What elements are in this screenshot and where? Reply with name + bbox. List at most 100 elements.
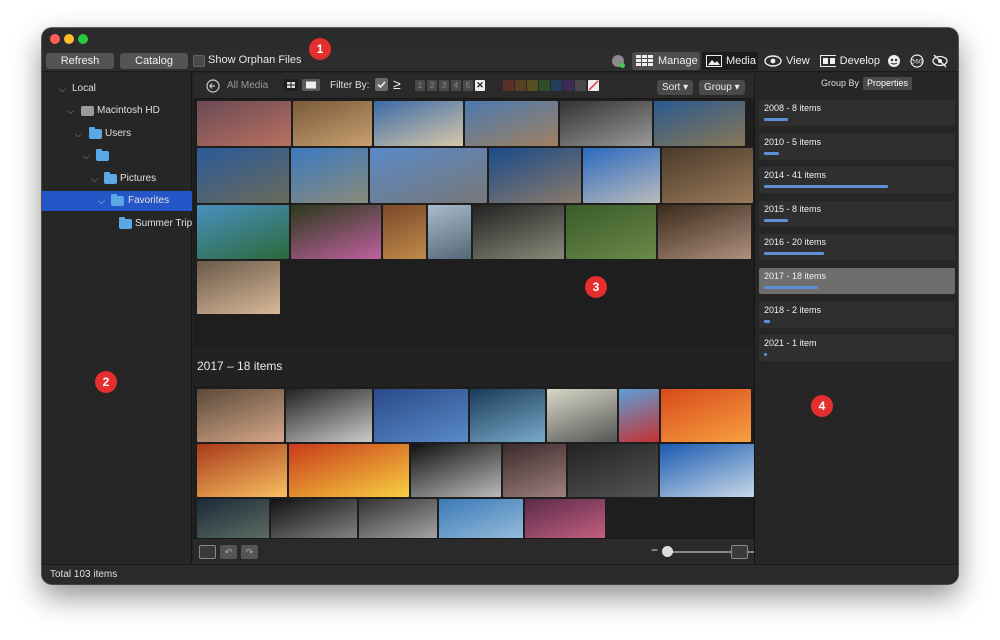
manage-mode-button[interactable]: Manage <box>632 52 700 70</box>
photo-thumbnail[interactable] <box>370 148 487 203</box>
tree-item-local[interactable]: ⌵ Local <box>42 79 192 99</box>
photo-thumbnail[interactable] <box>465 101 558 146</box>
color-label-filter[interactable] <box>539 80 550 91</box>
photo-thumbnail[interactable] <box>470 389 545 442</box>
home-folder-icon <box>96 149 109 161</box>
photo-thumbnail[interactable] <box>619 389 659 442</box>
tree-item-users[interactable]: ⌵ Users <box>42 124 192 144</box>
thumbnail-grid-2016 <box>197 101 754 333</box>
tree-item-macintosh-hd[interactable]: ⌵ Macintosh HD <box>42 101 192 121</box>
color-label-filter[interactable] <box>515 80 526 91</box>
sort-dropdown[interactable]: Sort ▾ <box>657 80 694 95</box>
photo-thumbnail[interactable] <box>197 101 291 146</box>
tree-item-summer-trip[interactable]: Summer Trip <box>42 214 192 234</box>
photo-thumbnail[interactable] <box>291 205 381 259</box>
toggle-sidebar-button[interactable] <box>199 545 216 559</box>
photo-thumbnail[interactable] <box>654 101 745 146</box>
tree-item-pictures[interactable]: ⌵ Pictures <box>42 169 192 189</box>
zoom-out-icon[interactable]: − <box>651 543 658 557</box>
group-item-bar <box>764 353 767 357</box>
group-item[interactable]: 2016 - 20 items <box>759 234 955 261</box>
group-item[interactable]: 2018 - 2 items <box>759 301 955 328</box>
sync-status-icon[interactable] <box>612 55 625 68</box>
photo-thumbnail[interactable] <box>197 261 280 314</box>
rating-2-filter[interactable]: 2 <box>427 80 437 91</box>
group-item-bar <box>764 118 788 121</box>
single-view-button[interactable] <box>302 79 320 91</box>
zoom-window-button[interactable] <box>78 34 88 44</box>
tab-properties[interactable]: Properties <box>863 77 913 90</box>
group-item[interactable]: 2014 - 41 items <box>759 167 955 194</box>
toggle-inspector-button[interactable] <box>731 545 748 559</box>
reject-filter[interactable]: ✕ <box>475 80 485 91</box>
media-mode-button[interactable]: Media <box>702 52 758 70</box>
photo-thumbnail[interactable] <box>374 101 463 146</box>
group-item[interactable]: 2010 - 5 items <box>759 133 955 160</box>
rotate-left-button[interactable]: ↶ <box>220 545 237 559</box>
photo-thumbnail[interactable] <box>658 205 751 259</box>
all-media-breadcrumb[interactable]: All Media <box>227 80 268 91</box>
group-item[interactable]: 2015 - 8 items <box>759 200 955 227</box>
photo-thumbnail[interactable] <box>489 148 581 203</box>
photo-thumbnail[interactable] <box>662 148 753 203</box>
photo-thumbnail[interactable] <box>568 444 658 497</box>
photo-thumbnail[interactable] <box>197 444 287 497</box>
360-icon[interactable]: 360 <box>910 54 924 68</box>
color-label-filter[interactable] <box>551 80 562 91</box>
tree-item-favorites[interactable]: ⌵ Favorites <box>42 191 192 211</box>
photo-thumbnail[interactable] <box>289 444 409 497</box>
photo-thumbnail[interactable] <box>560 101 652 146</box>
group-item[interactable]: 2017 - 18 items <box>759 268 955 294</box>
refresh-button[interactable]: Refresh <box>46 53 114 69</box>
photo-thumbnail[interactable] <box>383 205 426 259</box>
color-label-filter[interactable] <box>563 80 574 91</box>
minimize-window-button[interactable] <box>64 34 74 44</box>
photo-thumbnail[interactable] <box>374 389 468 442</box>
rating-3-filter[interactable]: 3 <box>439 80 449 91</box>
status-bar: Total 103 items <box>42 564 958 584</box>
back-arrow-icon[interactable] <box>206 79 220 93</box>
group-item[interactable]: 2008 - 8 items <box>759 100 955 126</box>
filter-enabled-checkbox[interactable] <box>375 78 388 91</box>
photo-thumbnail[interactable] <box>291 148 368 203</box>
photo-thumbnail[interactable] <box>197 148 289 203</box>
photo-thumbnail[interactable] <box>473 205 564 259</box>
view-mode-button[interactable]: View <box>760 52 814 70</box>
show-orphan-checkbox[interactable] <box>193 55 205 67</box>
color-label-filter[interactable] <box>503 80 514 91</box>
rating-1-filter[interactable]: 1 <box>415 80 425 91</box>
view-mode-label: View <box>786 55 810 67</box>
group-header-2017: 2017 – 18 items <box>193 346 754 386</box>
group-item[interactable]: 2021 - 1 item <box>759 335 955 362</box>
develop-mode-button[interactable]: Develop <box>816 52 880 70</box>
color-label-filter[interactable] <box>527 80 538 91</box>
photo-thumbnail[interactable] <box>583 148 660 203</box>
photo-thumbnail[interactable] <box>428 205 471 259</box>
group-dropdown[interactable]: Group ▾ <box>699 80 745 95</box>
photo-thumbnail[interactable] <box>547 389 617 442</box>
photo-thumbnail[interactable] <box>661 389 751 442</box>
rating-comparison-operator[interactable]: ≥ <box>393 76 401 92</box>
rotate-right-button[interactable]: ↷ <box>241 545 258 559</box>
rating-4-filter[interactable]: 4 <box>451 80 461 91</box>
tree-item-user-home[interactable]: ⌵ <box>42 146 192 166</box>
rating-5-filter[interactable]: 5 <box>463 80 473 91</box>
photo-thumbnail[interactable] <box>197 205 289 259</box>
hide-eye-icon[interactable] <box>932 54 948 68</box>
photo-thumbnail[interactable] <box>566 205 656 259</box>
photo-thumbnail[interactable] <box>286 389 372 442</box>
photo-thumbnail[interactable] <box>293 101 372 146</box>
color-label-filter[interactable] <box>575 80 586 91</box>
group-item-label: 2014 - 41 items <box>764 170 827 181</box>
close-window-button[interactable] <box>50 34 60 44</box>
no-label-filter[interactable] <box>588 80 599 91</box>
grid-view-button[interactable] <box>284 79 298 91</box>
photo-thumbnail[interactable] <box>503 444 566 497</box>
tab-group-by[interactable]: Group By <box>817 77 863 90</box>
zoom-slider-knob[interactable] <box>662 546 673 557</box>
face-icon[interactable] <box>887 54 901 68</box>
catalog-button[interactable]: Catalog <box>120 53 188 69</box>
photo-thumbnail[interactable] <box>411 444 501 497</box>
photo-thumbnail[interactable] <box>660 444 754 497</box>
photo-thumbnail[interactable] <box>197 389 284 442</box>
